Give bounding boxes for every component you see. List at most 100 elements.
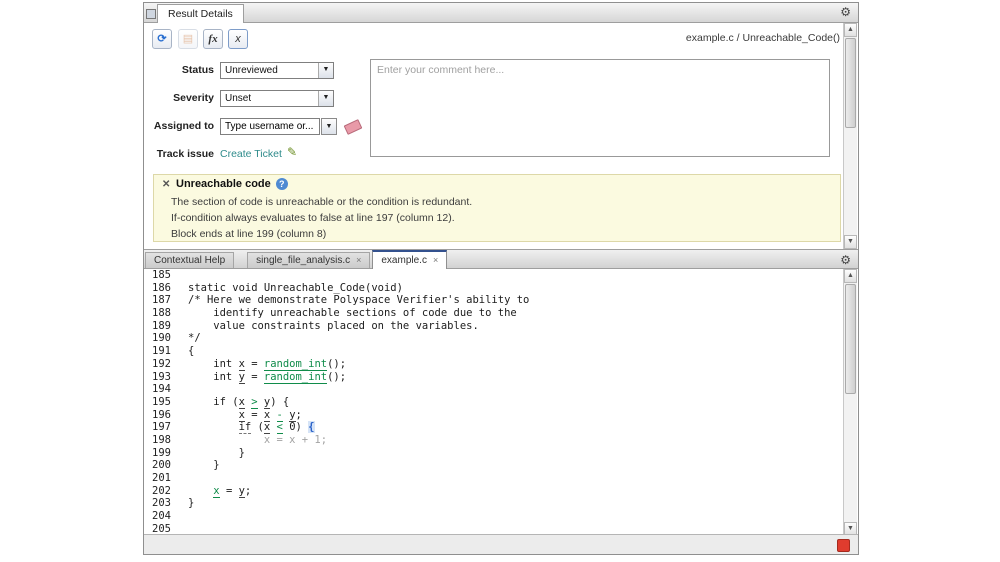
assigned-to-input[interactable]: Type username or...: [220, 118, 320, 135]
top-panel-scrollbar[interactable]: ▲ ▼: [843, 23, 857, 249]
result-details-tabstrip: Result Details ⚙: [144, 3, 858, 23]
chevron-down-icon[interactable]: ▼: [318, 91, 333, 106]
code-line: 189 value constraints placed on the vari…: [145, 320, 844, 333]
code-text: }: [188, 447, 245, 459]
code-line: 192 int x = random_int();: [145, 358, 844, 371]
code-text: int y = random_int();: [188, 371, 346, 383]
code-line: 194: [145, 383, 844, 396]
eraser-icon[interactable]: [344, 119, 363, 135]
assigned-to-dropdown-button[interactable]: ▼: [321, 118, 337, 135]
code-line: 188 identify unreachable sections of cod…: [145, 307, 844, 320]
code-line: 185: [145, 269, 844, 282]
memory-status-indicator[interactable]: [837, 539, 850, 552]
line-number: 188: [145, 307, 180, 320]
refresh-button[interactable]: ⟳: [152, 29, 172, 49]
line-number: 198: [145, 434, 180, 447]
line-number: 200: [145, 459, 180, 472]
close-icon[interactable]: ✕: [162, 179, 170, 190]
line-number: 185: [145, 269, 180, 282]
scroll-up-icon[interactable]: ▲: [844, 269, 857, 283]
code-text: */: [188, 332, 201, 344]
tab-result-details[interactable]: Result Details: [157, 4, 244, 23]
panel-icon: [146, 9, 156, 19]
line-number: 191: [145, 345, 180, 358]
status-dropdown[interactable]: Unreviewed ▼: [220, 62, 334, 79]
line-number: 194: [145, 383, 180, 396]
code-lines: 185186 static void Unreachable_Code(void)…: [145, 269, 844, 535]
variable-x-button[interactable]: x: [228, 29, 248, 49]
code-line: 202 x = y;: [145, 485, 844, 498]
code-line: 191{: [145, 345, 844, 358]
severity-label: Severity: [144, 90, 214, 107]
code-line: 196 x = x - y;: [145, 409, 844, 422]
fx-button[interactable]: fx: [203, 29, 223, 49]
editor-tab[interactable]: Contextual Help: [145, 252, 234, 268]
gear-icon[interactable]: ⚙: [840, 253, 851, 267]
code-line: 197 if (x < 0) {: [145, 421, 844, 434]
code-text: identify unreachable sections of code du…: [188, 307, 517, 319]
code-text: x = x - y;: [188, 409, 302, 421]
code-text: if (x < 0) {: [188, 421, 315, 433]
code-line: 199 }: [145, 447, 844, 460]
code-scrollbar[interactable]: ▲ ▼: [843, 269, 857, 536]
code-line: 198 x = x + 1;: [145, 434, 844, 447]
code-line: 193 int y = random_int();: [145, 371, 844, 384]
scroll-up-icon[interactable]: ▲: [844, 23, 857, 37]
line-number: 190: [145, 332, 180, 345]
comment-input[interactable]: [370, 59, 830, 157]
line-number: 199: [145, 447, 180, 460]
editor-tab[interactable]: example.c ×: [372, 250, 447, 269]
scrollbar-thumb[interactable]: [845, 284, 856, 394]
tab-close-icon[interactable]: ×: [433, 255, 438, 265]
line-number: 186: [145, 282, 180, 295]
code-text: static void Unreachable_Code(void): [188, 282, 403, 294]
scrollbar-thumb[interactable]: [845, 38, 856, 128]
assigned-to-placeholder: Type username or...: [225, 119, 313, 134]
dimmed-tool-icon: ▤: [178, 29, 198, 49]
pencil-icon[interactable]: ✎: [287, 145, 297, 159]
result-detail-1: If-condition always evaluates to false a…: [171, 212, 455, 224]
tab-label: Contextual Help: [154, 255, 225, 266]
code-line: 200 }: [145, 459, 844, 472]
tab-label: example.c: [381, 255, 427, 266]
scroll-down-icon[interactable]: ▼: [844, 235, 857, 249]
bottom-tabstrip-tabs: Contextual Helpsingle_file_analysis.c×ex…: [145, 246, 447, 268]
code-text: /* Here we demonstrate Polyspace Verifie…: [188, 294, 529, 306]
line-number: 187: [145, 294, 180, 307]
line-number: 189: [145, 320, 180, 333]
assigned-to-label: Assigned to: [144, 118, 214, 135]
create-ticket-link[interactable]: Create Ticket: [220, 148, 282, 160]
result-title: Unreachable code: [176, 178, 271, 190]
tab-close-icon[interactable]: ×: [356, 255, 361, 265]
gear-icon[interactable]: ⚙: [840, 5, 851, 19]
severity-dropdown[interactable]: Unset ▼: [220, 90, 334, 107]
status-bar: [144, 534, 858, 554]
code-text: x = y;: [188, 485, 251, 497]
line-number: 192: [145, 358, 180, 371]
code-text: }: [188, 497, 194, 509]
code-line: 187 /* Here we demonstrate Polyspace Veri…: [145, 294, 844, 307]
code-line: 186 static void Unreachable_Code(void): [145, 282, 844, 295]
line-number: 193: [145, 371, 180, 384]
line-number: 201: [145, 472, 180, 485]
help-icon[interactable]: ?: [276, 178, 288, 190]
code-line: 201: [145, 472, 844, 485]
line-number: 197: [145, 421, 180, 434]
code-text: x = x + 1;: [188, 434, 327, 446]
code-line: 190 */: [145, 332, 844, 345]
chevron-down-icon[interactable]: ▼: [318, 63, 333, 78]
code-line: 204: [145, 510, 844, 523]
code-editor[interactable]: 185186 static void Unreachable_Code(void)…: [145, 269, 844, 536]
line-number: 202: [145, 485, 180, 498]
status-value: Unreviewed: [225, 63, 278, 78]
line-number: 195: [145, 396, 180, 409]
code-text: }: [188, 459, 220, 471]
status-label: Status: [144, 62, 214, 79]
line-number: 196: [145, 409, 180, 422]
tab-label: single_file_analysis.c: [256, 255, 350, 266]
track-issue-label: Track issue: [144, 146, 214, 163]
severity-value: Unset: [225, 91, 251, 106]
editor-tab[interactable]: single_file_analysis.c ×: [247, 252, 370, 268]
result-path: example.c / Unreachable_Code(): [686, 32, 840, 44]
result-message-box: ✕ Unreachable code ? The section of code…: [153, 174, 841, 242]
